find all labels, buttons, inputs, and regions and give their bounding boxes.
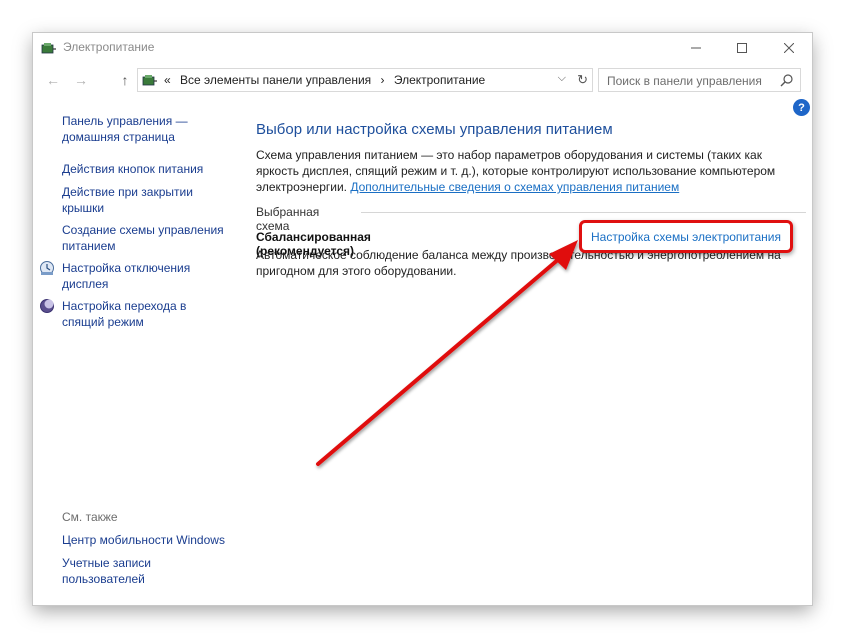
- refresh-icon[interactable]: ↻: [577, 72, 588, 88]
- sidebar-item-label: домашняя страница: [62, 130, 175, 144]
- title-bar: Электропитание: [33, 33, 812, 63]
- breadcrumb-overflow[interactable]: «: [164, 73, 171, 87]
- breadcrumb: « Все элементы панели управления › Элект…: [164, 73, 491, 87]
- sidebar-item-lid-close[interactable]: Действие при закрытии крышки: [62, 184, 193, 216]
- control-panel-icon: [142, 75, 157, 86]
- selected-scheme-label: Выбранная схема: [256, 205, 320, 233]
- sidebar-item-display-off[interactable]: Настройка отключения дисплея: [40, 260, 191, 292]
- sidebar-item-label: дисплея: [62, 277, 109, 291]
- forward-button[interactable]: →: [71, 70, 91, 90]
- arrow-left-icon: ←: [46, 72, 60, 88]
- breadcrumb-power-options[interactable]: Электропитание: [394, 73, 485, 87]
- back-button[interactable]: ←: [43, 70, 63, 90]
- up-button[interactable]: ↑: [115, 70, 135, 90]
- search-box[interactable]: Поиск в панели управления: [598, 68, 801, 92]
- maximize-button[interactable]: [719, 33, 765, 63]
- minimize-icon: [691, 47, 701, 49]
- search-icon[interactable]: [780, 73, 794, 87]
- divider: [361, 212, 806, 213]
- help-icon[interactable]: ?: [793, 99, 810, 116]
- sidebar-item-label: Действие при закрытии: [62, 185, 193, 199]
- annotation-highlight-box: [579, 220, 793, 253]
- page-title: Выбор или настройка схемы управления пит…: [256, 121, 613, 138]
- sidebar-item-label: крышки: [62, 201, 105, 215]
- sidebar-item-power-buttons[interactable]: Действия кнопок питания: [62, 161, 203, 177]
- sidebar-item-label: Центр мобильности Windows: [62, 533, 225, 547]
- sidebar-item-label: Панель управления —: [62, 114, 188, 128]
- sidebar-item-label: пользователей: [62, 572, 145, 586]
- sidebar-item-label: питанием: [62, 239, 116, 253]
- sleep-moon-icon: [40, 299, 54, 313]
- learn-more-link[interactable]: Дополнительные сведения о схемах управле…: [350, 180, 679, 194]
- minimize-button[interactable]: [673, 33, 719, 63]
- sidebar-item-label: Создание схемы управления: [62, 223, 224, 237]
- address-bar[interactable]: « Все элементы панели управления › Элект…: [137, 68, 593, 92]
- close-button[interactable]: [766, 33, 812, 63]
- maximize-icon: [737, 43, 747, 53]
- page-description: Схема управления питанием — это набор па…: [256, 147, 796, 195]
- sidebar-item-label: Учетные записи: [62, 556, 151, 570]
- breadcrumb-separator[interactable]: ›: [381, 73, 385, 87]
- sidebar-item-create-plan[interactable]: Создание схемы управления питанием: [62, 222, 224, 254]
- arrow-up-icon: ↑: [121, 72, 129, 88]
- close-icon: [784, 43, 794, 53]
- sidebar-item-label: Настройка перехода в: [62, 299, 187, 313]
- search-placeholder: Поиск в панели управления: [607, 74, 762, 88]
- power-options-icon: [41, 43, 56, 54]
- display-off-icon: [40, 261, 54, 275]
- navigation-bar: ← → ↑ « Все элементы панели управления ›…: [33, 67, 812, 93]
- breadcrumb-all-items[interactable]: Все элементы панели управления: [180, 73, 371, 87]
- power-options-window: Электропитание ← → ↑ « Все элементы пане…: [33, 33, 812, 605]
- chevron-down-icon[interactable]: ⌵: [558, 72, 566, 85]
- window-title: Электропитание: [63, 40, 155, 54]
- sidebar-item-label: спящий режим: [62, 315, 144, 329]
- sidebar-item-user-accounts[interactable]: Учетные записи пользователей: [62, 555, 151, 587]
- sidebar-item-label: Настройка отключения: [62, 261, 191, 275]
- sidebar-item-label: Действия кнопок питания: [62, 162, 204, 176]
- arrow-right-icon: →: [74, 72, 88, 88]
- sidebar-item-control-panel-home[interactable]: Панель управления — домашняя страница: [62, 113, 188, 145]
- sidebar-item-mobility-center[interactable]: Центр мобильности Windows: [62, 532, 225, 548]
- sidebar-item-sleep[interactable]: Настройка перехода в спящий режим: [40, 298, 187, 330]
- see-also-title: См. также: [62, 510, 118, 524]
